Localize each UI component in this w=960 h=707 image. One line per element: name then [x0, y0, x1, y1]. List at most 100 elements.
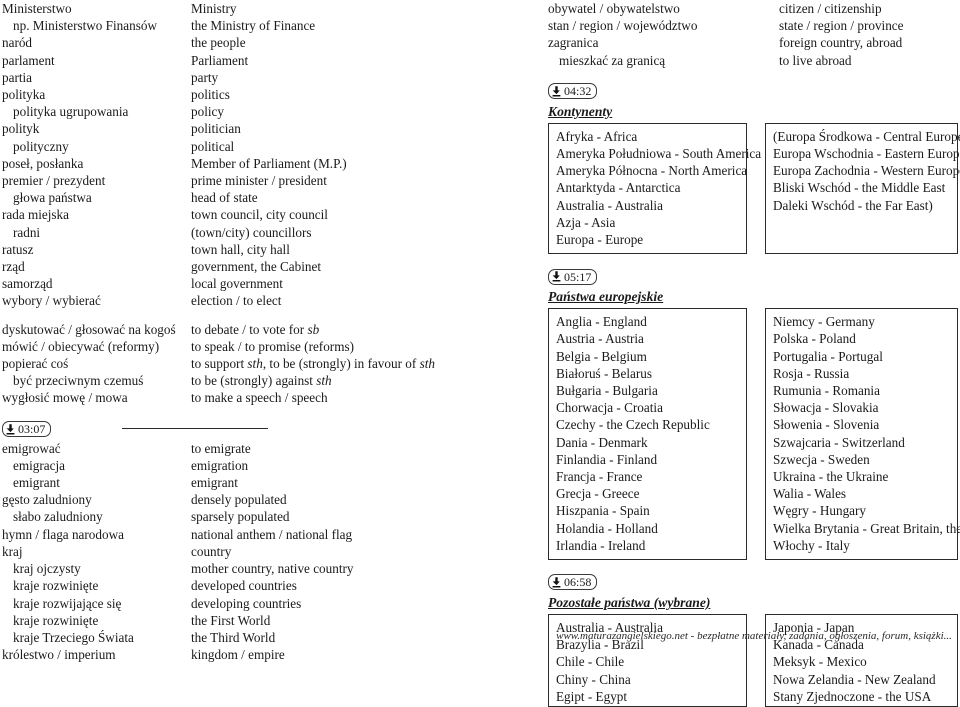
- table-row: premier / prezydent prime minister / pres…: [2, 172, 522, 189]
- glossary-table-citizenship: obywatel / obywatelstwo citizen / citizen…: [548, 0, 958, 69]
- translation-cell: Parliament: [191, 52, 249, 68]
- list-item: Hiszpania - Spain: [556, 503, 650, 519]
- list-item: Francja - France: [556, 469, 643, 485]
- translation-text: to debate / to vote for: [191, 321, 308, 337]
- list-item: Irlandia - Ireland: [556, 537, 646, 553]
- translation-cell: to live abroad: [779, 52, 852, 68]
- audio-badge-row-0307: 03:07: [2, 420, 522, 440]
- translation-cell: town hall, city hall: [191, 241, 290, 257]
- term-cell: mówić / obiecywać (reformy): [2, 338, 160, 354]
- table-row: ratusz town hall, city hall: [2, 241, 522, 258]
- continents-box-left: Afryka - Africa Ameryka Południowa - Sou…: [548, 122, 761, 255]
- translation-cell: sparsely populated: [191, 509, 290, 525]
- translation-cell: (town/city) councillors: [191, 224, 312, 240]
- list-item: Daleki Wschód - the Far East): [773, 197, 933, 213]
- translation-cell: prime minister / president: [191, 173, 327, 189]
- list-item: Nowa Zelandia - New Zealand: [773, 671, 936, 687]
- term-cell: kraj ojczysty: [13, 561, 81, 577]
- table-row: mieszkać za granicą to live abroad: [548, 52, 958, 69]
- audio-track-badge[interactable]: 05:17: [548, 268, 598, 285]
- term-cell: zagranica: [548, 35, 599, 51]
- european-countries-boxes: Anglia - England Austria - Austria Belgi…: [548, 308, 960, 561]
- audio-timestamp: 05:17: [564, 269, 592, 284]
- table-row: polityka ugrupowania policy: [2, 103, 522, 120]
- term-cell: emigrować: [2, 440, 61, 456]
- table-row: mówić / obiecywać (reformy) to speak / t…: [2, 338, 522, 355]
- term-cell: stan / region / województwo: [548, 18, 698, 34]
- section-heading-european-countries: Państwa europejskie: [548, 289, 664, 305]
- term-cell: radni: [13, 224, 41, 240]
- table-row: hymn / flaga narodowa national anthem / n…: [2, 526, 522, 543]
- glossary-body: obywatel / obywatelstwo citizen / citizen…: [548, 0, 958, 69]
- table-row: radni (town/city) councillors: [2, 224, 522, 241]
- list-item: Chorwacja - Croatia: [556, 400, 663, 416]
- list-item: Bułgaria - Bulgaria: [556, 383, 658, 399]
- table-row: gęsto zaludniony densely populated: [2, 491, 522, 508]
- other-countries-box-left: Australia - Australia Brazylia - Brazil …: [548, 614, 747, 707]
- translation-cell: Ministry: [191, 1, 237, 16]
- term-cell: naród: [2, 35, 33, 51]
- list-item: Afryka - Africa: [556, 128, 638, 144]
- table-row: kraje rozwinięte developed countries: [2, 577, 522, 594]
- translation-cell: densely populated: [191, 492, 287, 508]
- table-row: samorząd local government: [2, 275, 522, 292]
- list-item: Chiny - China: [556, 671, 631, 687]
- term-cell: samorząd: [2, 276, 53, 292]
- translation-text-2: , to be (strongly) in favour of: [262, 356, 420, 372]
- term-cell: wybory / wybierać: [2, 293, 101, 309]
- list-item: Szwecja - Sweden: [773, 451, 870, 467]
- term-cell: popierać coś: [2, 356, 69, 372]
- table-row: wybory / wybierać election / to elect: [2, 292, 522, 309]
- term-cell: ratusz: [2, 241, 34, 257]
- list-item: Antarktyda - Antarctica: [556, 180, 681, 196]
- translation-cell: politics: [191, 87, 230, 103]
- table-row: kraje Trzeciego Świata the Third World: [2, 629, 522, 646]
- term-cell: kraje rozwinięte: [13, 612, 99, 628]
- term-cell: partia: [2, 69, 33, 85]
- translation-text: to support: [191, 356, 248, 372]
- list-item: Anglia - England: [556, 314, 647, 330]
- translation-cell: state / region / province: [779, 18, 904, 34]
- list-item: Ameryka Północna - North America: [556, 163, 748, 179]
- audio-track-badge[interactable]: 04:32: [548, 83, 598, 100]
- other-countries-box-right: Japonia - Japan Kanada - Canada Meksyk -…: [765, 614, 958, 707]
- table-row: polityk politician: [2, 120, 522, 137]
- table-row: emigrować to emigrate: [2, 440, 522, 457]
- term-cell: emigracja: [13, 457, 65, 473]
- translation-cell: foreign country, abroad: [779, 35, 903, 51]
- list-item: Meksyk - Mexico: [773, 654, 867, 670]
- list-item: Słowenia - Slovenia: [773, 417, 880, 433]
- term-cell: być przeciwnym czemuś: [13, 373, 144, 389]
- audio-track-badge[interactable]: 06:58: [548, 574, 598, 591]
- translation-cell: emigration: [191, 457, 249, 473]
- translation-cell: the Third World: [191, 629, 276, 645]
- term-cell: gęsto zaludniony: [2, 492, 92, 508]
- list-item: Finlandia - Finland: [556, 451, 658, 467]
- table-row: kraje rozwijające się developing countrie…: [2, 595, 522, 612]
- list-item: Dania - Denmark: [556, 434, 648, 450]
- table-row: polityczny political: [2, 138, 522, 155]
- table-row: głowa państwa head of state: [2, 189, 522, 206]
- list-item: Niemcy - Germany: [773, 314, 875, 330]
- term-cell: wygłosić mowę / mowa: [2, 390, 128, 406]
- table-row: partia party: [2, 69, 522, 86]
- table-row: emigrant emigrant: [2, 474, 522, 491]
- audio-track-badge[interactable]: 03:07: [2, 421, 52, 437]
- term-cell: polityczny: [13, 138, 69, 154]
- glossary-body: emigrować to emigrate emigracja emigration…: [2, 440, 522, 664]
- term-cell: kraje Trzeciego Świata: [13, 629, 134, 645]
- translation-cell: local government: [191, 276, 283, 292]
- term-cell: hymn / flaga narodowa: [2, 526, 124, 542]
- download-icon: [552, 85, 561, 97]
- table-row: stan / region / województwo state / regio…: [548, 17, 958, 34]
- list-item: Grecja - Greece: [556, 486, 640, 502]
- other-countries-boxes: Australia - Australia Brazylia - Brazil …: [548, 614, 958, 707]
- translation-cell: head of state: [191, 190, 258, 206]
- list-item: Stany Zjednoczone - the USA: [773, 688, 932, 704]
- term-cell: królestwo / imperium: [2, 647, 116, 663]
- continents-boxes: Afryka - Africa Ameryka Południowa - Sou…: [548, 122, 960, 255]
- term-cell: Ministerstwo: [2, 1, 72, 16]
